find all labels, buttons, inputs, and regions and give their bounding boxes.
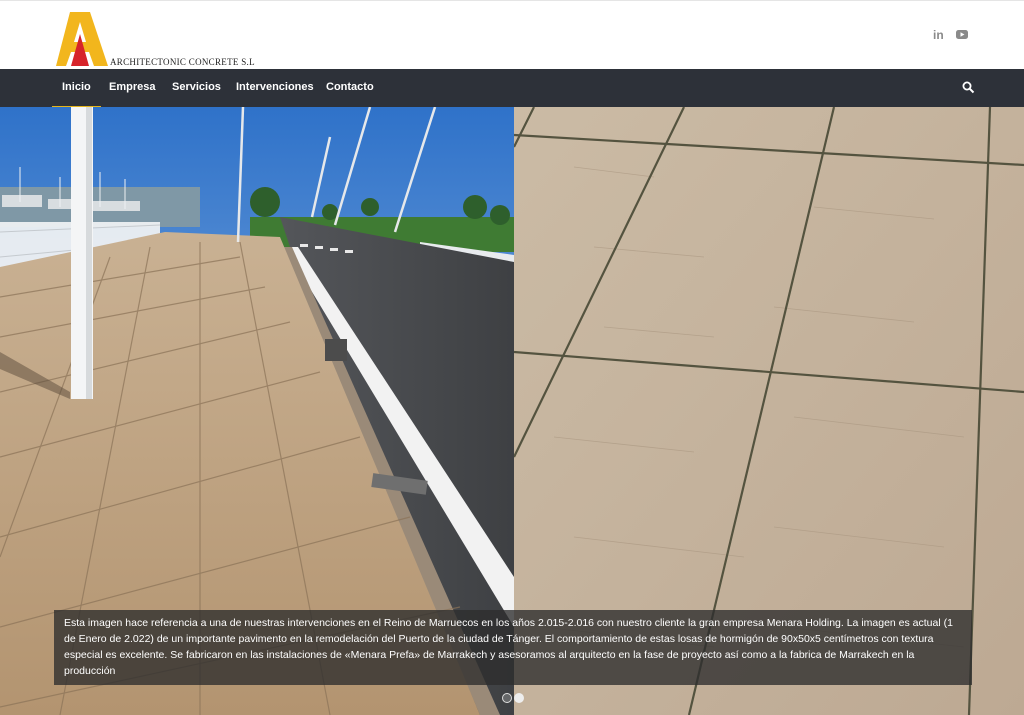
nav-item-inicio[interactable]: Inicio <box>52 81 101 108</box>
search-icon[interactable] <box>962 81 975 94</box>
nav-item-empresa[interactable]: Empresa <box>109 81 155 93</box>
youtube-icon[interactable] <box>956 30 968 39</box>
nav-item-contacto[interactable]: Contacto <box>326 81 374 93</box>
slide-dot-1[interactable] <box>502 693 512 703</box>
main-navigation: Inicio Empresa Servicios Intervenciones … <box>0 69 1024 108</box>
linkedin-icon[interactable]: in <box>933 28 944 42</box>
page: ARCHITECTONIC CONCRETE S.L in Inicio Emp… <box>0 0 1024 715</box>
nav-item-intervenciones[interactable]: Intervenciones <box>236 81 314 93</box>
slide-dot-2[interactable] <box>514 693 524 703</box>
company-logo[interactable]: ARCHITECTONIC CONCRETE S.L <box>56 12 256 68</box>
slide-caption: Esta imagen hace referencia a una de nue… <box>54 610 972 685</box>
company-name: ARCHITECTONIC CONCRETE S.L <box>110 57 255 67</box>
logo-a-icon <box>56 12 108 66</box>
nav-item-servicios[interactable]: Servicios <box>172 81 221 93</box>
site-header: ARCHITECTONIC CONCRETE S.L in <box>0 0 1024 69</box>
